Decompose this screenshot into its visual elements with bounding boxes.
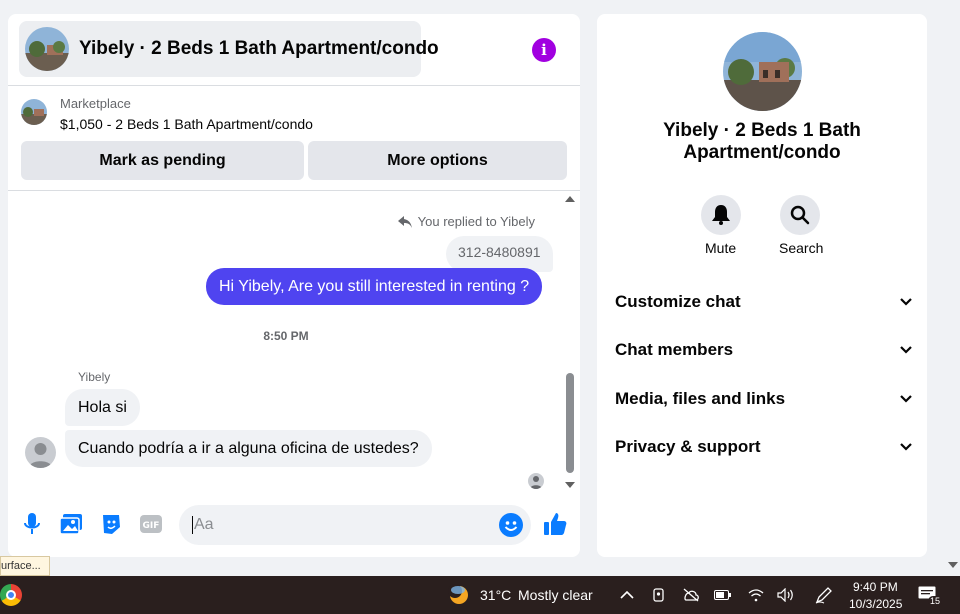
clock-time[interactable]: 9:40 PM bbox=[853, 580, 898, 594]
replied-indicator: You replied to Yibely bbox=[397, 214, 535, 229]
sender-avatar[interactable] bbox=[25, 437, 56, 468]
search-icon bbox=[790, 205, 810, 225]
microphone-icon[interactable] bbox=[20, 512, 44, 536]
search-label: Search bbox=[779, 240, 824, 256]
replied-text: You replied to Yibely bbox=[417, 214, 535, 229]
incoming-message[interactable]: Cuando podría a ir a alguna oficina de u… bbox=[65, 430, 432, 467]
taskbar: 31°C Mostly clear 9:40 PM 10/3/2025 15 bbox=[0, 576, 960, 614]
tooltip: urface... bbox=[0, 556, 50, 576]
sender-name: Yibely bbox=[78, 370, 111, 384]
mark-as-pending-button[interactable]: Mark as pending bbox=[21, 141, 304, 180]
outgoing-message[interactable]: Hi Yibely, Are you still interested in r… bbox=[206, 268, 543, 305]
chevron-down-icon bbox=[900, 298, 912, 306]
photo-icon[interactable] bbox=[59, 512, 83, 536]
divider bbox=[8, 85, 580, 86]
section-label: Customize chat bbox=[615, 292, 741, 311]
marketplace-label: Marketplace bbox=[60, 96, 131, 111]
text-caret bbox=[192, 516, 193, 534]
message-timestamp: 8:50 PM bbox=[263, 329, 309, 343]
section-label: Chat members bbox=[615, 340, 734, 359]
reply-arrow-icon bbox=[397, 215, 412, 228]
incoming-message[interactable]: Hola si bbox=[65, 389, 140, 426]
section-label: Media, files and links bbox=[615, 389, 786, 408]
bell-icon bbox=[712, 205, 730, 225]
thumbs-up-icon[interactable] bbox=[543, 512, 567, 536]
section-label: Privacy & support bbox=[615, 437, 761, 456]
message-input-placeholder: Aa bbox=[194, 516, 214, 533]
weather-description[interactable]: Mostly clear bbox=[518, 587, 593, 603]
notification-count-badge: 15 bbox=[928, 596, 943, 606]
profile-avatar[interactable] bbox=[723, 32, 802, 111]
divider bbox=[8, 190, 580, 191]
chat-header[interactable]: Yibely · 2 Beds 1 Bath Apartment/condo bbox=[19, 21, 439, 77]
sticker-icon[interactable] bbox=[99, 512, 123, 536]
chevron-down-icon bbox=[900, 346, 912, 354]
message-input[interactable]: Aa bbox=[179, 505, 531, 545]
chevron-up-icon[interactable] bbox=[618, 586, 636, 604]
mute-button[interactable] bbox=[701, 195, 741, 235]
clock-date[interactable]: 10/3/2025 bbox=[849, 597, 902, 611]
weather-temperature[interactable]: 31°C bbox=[480, 587, 511, 603]
chevron-down-icon bbox=[900, 395, 912, 403]
chevron-down-icon bbox=[900, 443, 912, 451]
message-scrollbar[interactable] bbox=[564, 196, 576, 488]
seen-indicator-avatar bbox=[528, 473, 544, 489]
battery-icon[interactable] bbox=[714, 586, 732, 604]
quoted-message[interactable]: 312-8480891 bbox=[446, 236, 553, 272]
section-media-files-links[interactable]: Media, files and links bbox=[615, 387, 913, 411]
cloud-off-icon[interactable] bbox=[682, 586, 700, 604]
wifi-icon[interactable] bbox=[747, 586, 765, 604]
profile-name: Yibely · 2 Beds 1 Bath Apartment/condo bbox=[663, 120, 861, 163]
scroll-up-arrow-icon[interactable] bbox=[565, 196, 575, 202]
more-options-button[interactable]: More options bbox=[308, 141, 567, 180]
listing-price-title[interactable]: $1,050 - 2 Beds 1 Bath Apartment/condo bbox=[60, 116, 313, 132]
moon-weather-icon[interactable] bbox=[448, 584, 470, 606]
info-icon[interactable]: i bbox=[532, 38, 556, 62]
listing-avatar bbox=[25, 27, 69, 71]
chat-title: Yibely · 2 Beds 1 Bath Apartment/condo bbox=[79, 38, 439, 59]
chat-panel: Yibely · 2 Beds 1 Bath Apartment/condo i… bbox=[8, 14, 580, 557]
marketplace-avatar bbox=[21, 99, 47, 125]
scrollbar-thumb[interactable] bbox=[566, 373, 574, 473]
volume-icon[interactable] bbox=[777, 586, 795, 604]
page-scroll-down-arrow-icon[interactable] bbox=[948, 562, 958, 568]
section-privacy-support[interactable]: Privacy & support bbox=[615, 435, 913, 459]
mute-label: Mute bbox=[705, 240, 737, 256]
pen-icon[interactable] bbox=[815, 586, 833, 604]
search-button[interactable] bbox=[780, 195, 820, 235]
camera-icon[interactable] bbox=[650, 586, 668, 604]
svg-text:GIF: GIF bbox=[143, 521, 160, 531]
gif-icon[interactable]: GIF bbox=[139, 512, 163, 536]
section-customize-chat[interactable]: Customize chat bbox=[615, 290, 913, 314]
emoji-icon[interactable] bbox=[499, 513, 523, 537]
chrome-icon[interactable] bbox=[0, 584, 22, 606]
scroll-down-arrow-icon[interactable] bbox=[565, 482, 575, 488]
section-chat-members[interactable]: Chat members bbox=[615, 338, 913, 362]
conversation-info-panel: Yibely · 2 Beds 1 Bath Apartment/condo M… bbox=[597, 14, 927, 557]
